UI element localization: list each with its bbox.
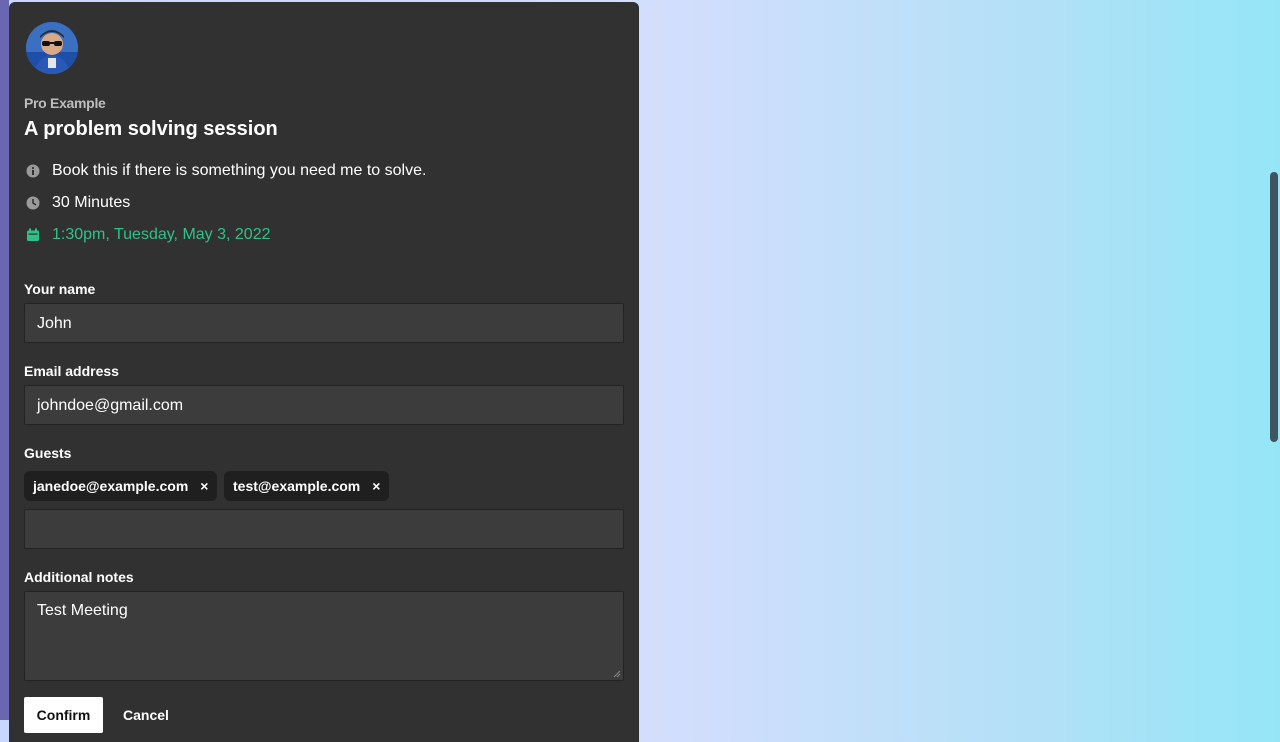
brand-name: Pro Example	[24, 95, 106, 111]
left-edge-strip	[0, 0, 9, 720]
event-datetime-row: 1:30pm, Tuesday, May 3, 2022	[24, 224, 271, 246]
name-label: Your name	[24, 281, 96, 297]
booking-card: Pro Example A problem solving session Bo…	[9, 2, 639, 742]
notes-textarea[interactable]: Test Meeting	[24, 591, 624, 681]
remove-guest-icon[interactable]: ×	[372, 478, 380, 494]
notes-text: Test Meeting	[37, 602, 128, 619]
calendar-icon	[24, 226, 42, 244]
event-duration: 30 Minutes	[52, 194, 131, 211]
guest-chip: test@example.com ×	[224, 471, 390, 501]
guest-chip: janedoe@example.com ×	[24, 471, 218, 501]
remove-guest-icon[interactable]: ×	[200, 478, 208, 494]
event-description: Book this if there is something you need…	[52, 162, 427, 179]
info-icon	[24, 162, 42, 180]
guest-chip-email: janedoe@example.com	[33, 478, 189, 494]
confirm-button[interactable]: Confirm	[24, 697, 103, 733]
guest-email-input[interactable]	[24, 509, 624, 549]
guests-label: Guests	[24, 445, 72, 461]
event-duration-row: 30 Minutes	[24, 192, 130, 214]
cancel-button[interactable]: Cancel	[116, 697, 176, 733]
event-title: A problem solving session	[24, 118, 278, 140]
page-scrollbar[interactable]	[1270, 172, 1278, 442]
avatar	[26, 22, 78, 74]
resize-grip-icon[interactable]	[613, 670, 621, 678]
guest-chip-email: test@example.com	[233, 478, 361, 494]
clock-icon	[24, 194, 42, 212]
email-field[interactable]: johndoe@gmail.com	[24, 385, 624, 425]
event-description-row: Book this if there is something you need…	[24, 160, 426, 182]
user-avatar-icon	[26, 22, 78, 74]
notes-label: Additional notes	[24, 569, 134, 585]
name-field[interactable]: John	[24, 303, 624, 343]
email-label: Email address	[24, 363, 119, 379]
event-datetime: 1:30pm, Tuesday, May 3, 2022	[52, 226, 271, 243]
